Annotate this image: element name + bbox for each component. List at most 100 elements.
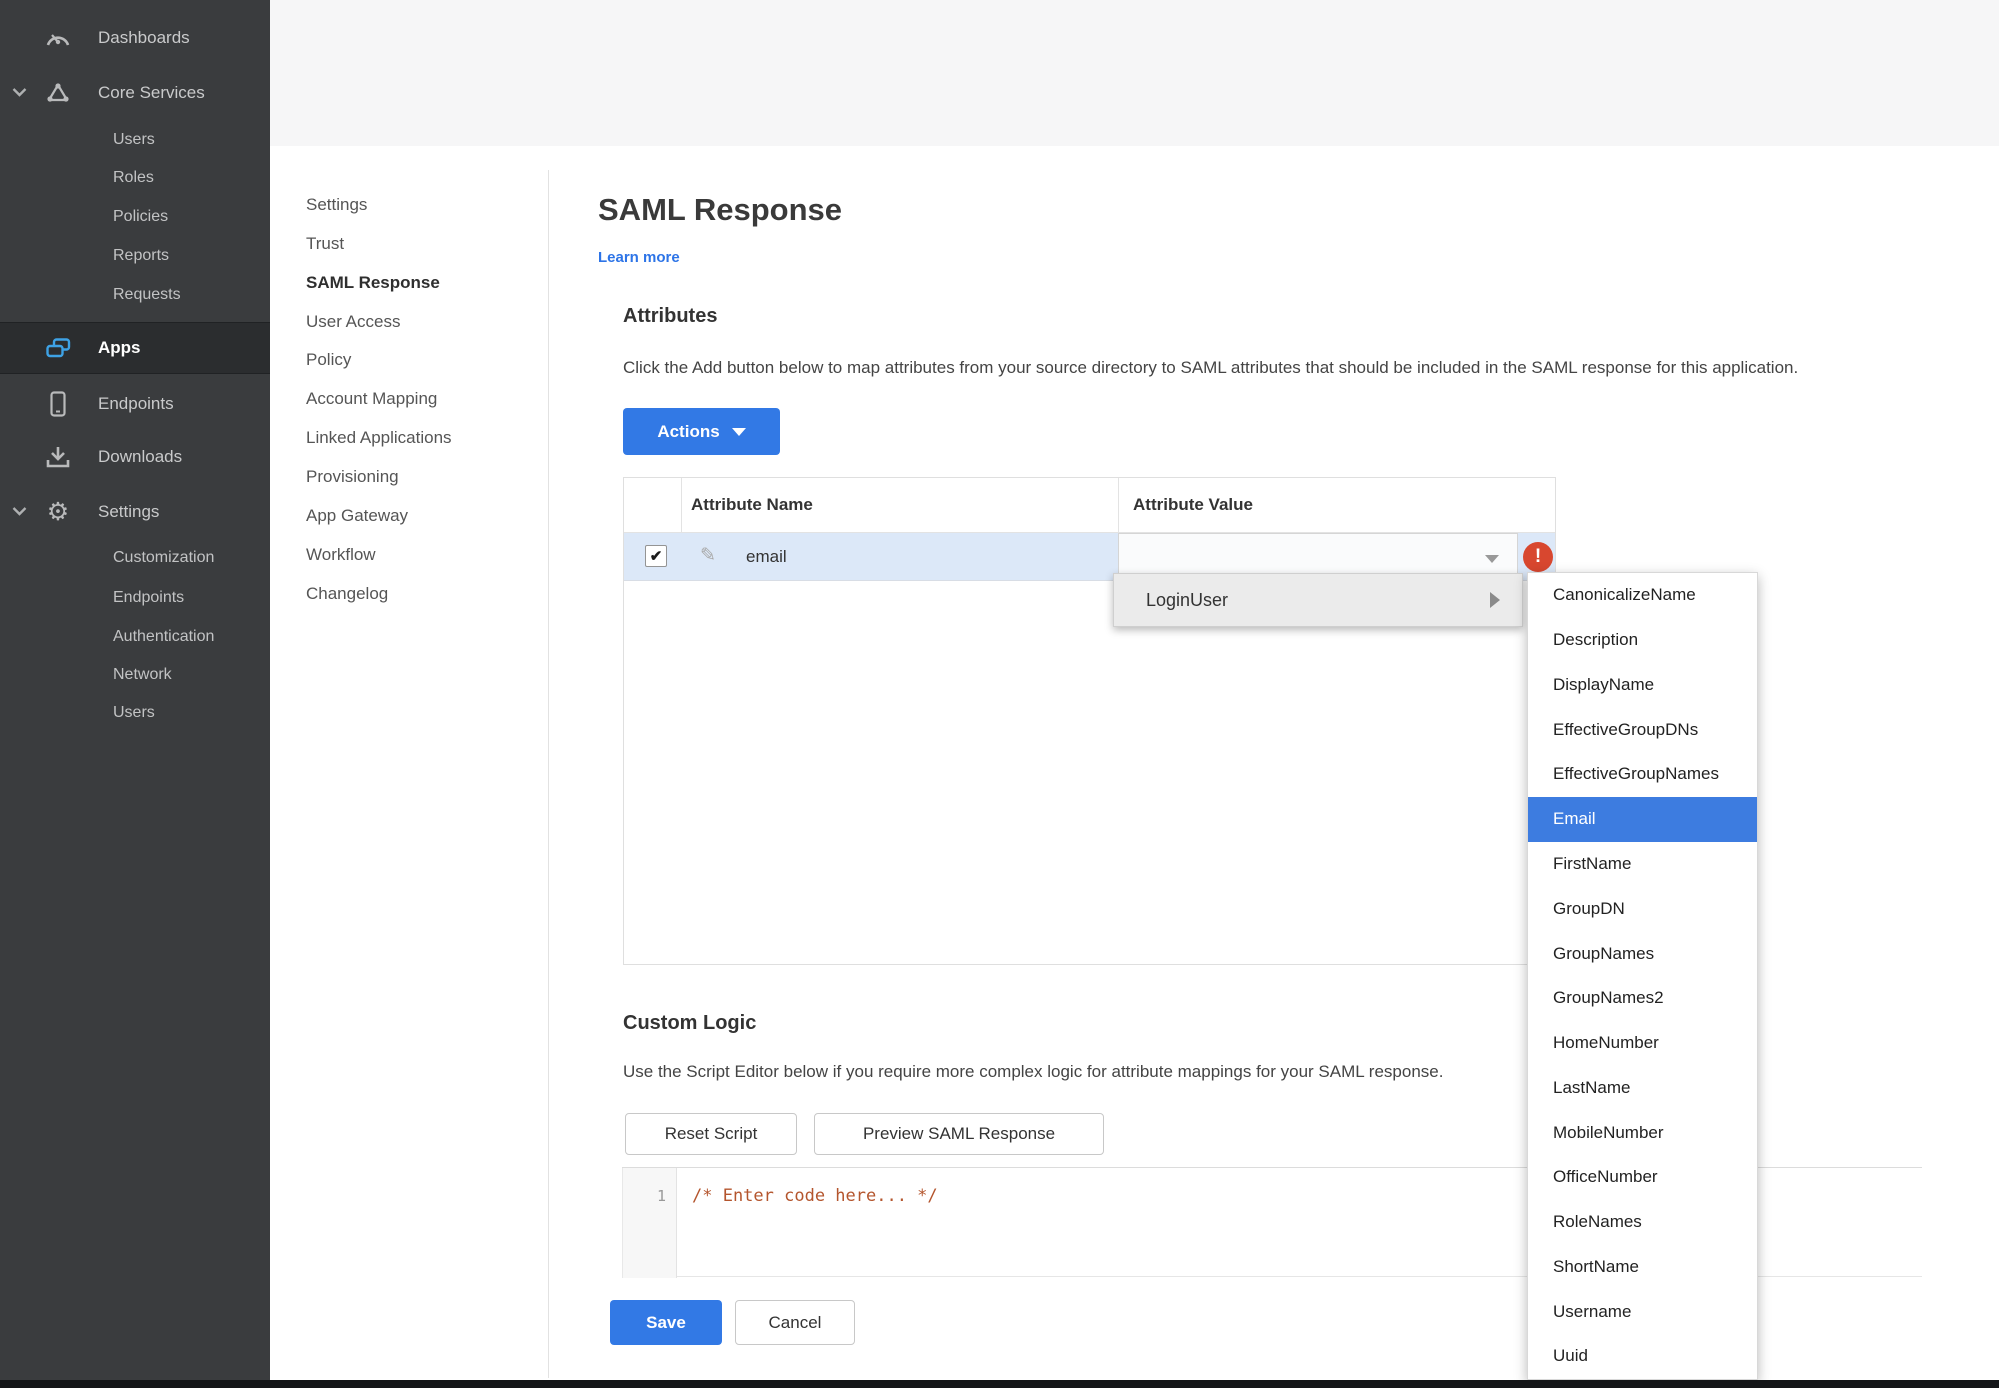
sidebar-item-label: Endpoints	[98, 394, 174, 413]
tab-workflow[interactable]: Workflow	[306, 540, 376, 570]
caret-down-icon	[731, 427, 746, 436]
app-header	[270, 0, 1999, 146]
save-button[interactable]: Save	[610, 1300, 722, 1345]
apps-icon	[44, 335, 72, 361]
submenu-item-effectivegroupdns[interactable]: EffectiveGroupDNs	[1528, 707, 1757, 752]
sidebar-item-apps-active[interactable]: Apps	[0, 322, 270, 374]
sidebar-item-policies[interactable]: Policies	[0, 199, 270, 235]
tab-user-access[interactable]: User Access	[306, 307, 400, 337]
cancel-button[interactable]: Cancel	[735, 1300, 855, 1345]
bottom-bar	[0, 1380, 1999, 1388]
submenu-item-displayname[interactable]: DisplayName	[1528, 663, 1757, 708]
gear-icon: ⚙	[46, 497, 70, 526]
submenu-item-groupnames2[interactable]: GroupNames2	[1528, 976, 1757, 1021]
submenu-item-firstname[interactable]: FirstName	[1528, 842, 1757, 887]
editor-code: /* Enter code here... */	[692, 1186, 938, 1206]
content-divider	[548, 170, 549, 1378]
core-services-icon	[44, 80, 72, 106]
line-number: 1	[656, 1187, 666, 1205]
submenu-item-uuid[interactable]: Uuid	[1528, 1334, 1757, 1379]
sidebar-item-customization[interactable]: Customization	[0, 540, 270, 576]
sidebar-item-label: Core Services	[98, 83, 205, 102]
sidebar-item-network[interactable]: Network	[0, 657, 270, 693]
tab-policy[interactable]: Policy	[306, 345, 351, 375]
submenu-item-rolenames[interactable]: RoleNames	[1528, 1200, 1757, 1245]
submenu-item-email-selected[interactable]: Email	[1528, 796, 1757, 842]
sidebar-subitem-label: Endpoints	[113, 589, 185, 606]
sidebar-item-downloads[interactable]: Downloads	[0, 439, 270, 475]
custom-logic-description: Use the Script Editor below if you requi…	[623, 1062, 1444, 1081]
submenu-arrow-icon	[1490, 592, 1500, 608]
sidebar-item-dashboards[interactable]: Dashboards	[0, 20, 270, 56]
submenu-item-lastname[interactable]: LastName	[1528, 1065, 1757, 1110]
attributes-description: Click the Add button below to map attrib…	[623, 358, 1799, 377]
submenu-item-canonicalizename[interactable]: CanonicalizeName	[1528, 573, 1757, 618]
caret-down-icon	[1485, 555, 1499, 563]
sidebar: Dashboards Core Services Users Roles Pol…	[0, 0, 270, 1388]
submenu-item-shortname[interactable]: ShortName	[1528, 1244, 1757, 1289]
submenu-item-mobilenumber[interactable]: MobileNumber	[1528, 1110, 1757, 1155]
sidebar-item-requests[interactable]: Requests	[0, 277, 270, 313]
submenu-item-groupnames[interactable]: GroupNames	[1528, 931, 1757, 976]
editor-gutter: 1	[622, 1168, 677, 1278]
sidebar-item-reports[interactable]: Reports	[0, 238, 270, 274]
tab-app-gateway[interactable]: App Gateway	[306, 501, 408, 531]
error-icon: !	[1523, 542, 1553, 572]
attribute-submenu: CanonicalizeName Description DisplayName…	[1527, 572, 1758, 1380]
submenu-item-homenumber[interactable]: HomeNumber	[1528, 1021, 1757, 1066]
sidebar-subitem-label: Users	[113, 131, 155, 148]
tab-account-mapping[interactable]: Account Mapping	[306, 384, 437, 414]
reset-script-button[interactable]: Reset Script	[625, 1113, 797, 1155]
mobile-device-icon	[44, 391, 72, 417]
sidebar-item-roles[interactable]: Roles	[0, 160, 270, 196]
sidebar-item-label: Settings	[98, 502, 160, 521]
column-divider	[681, 478, 682, 532]
column-divider	[1118, 478, 1119, 532]
tab-linked-applications[interactable]: Linked Applications	[306, 423, 452, 453]
gauge-icon	[44, 25, 72, 51]
actions-button-label: Actions	[657, 421, 720, 441]
sidebar-item-label: Downloads	[98, 447, 183, 466]
tab-settings[interactable]: Settings	[306, 190, 367, 220]
sidebar-item-authentication[interactable]: Authentication	[0, 619, 270, 655]
dropdown-label: LoginUser	[1146, 589, 1229, 610]
custom-logic-heading: Custom Logic	[623, 1012, 757, 1034]
attribute-name-cell: email	[746, 547, 787, 566]
submenu-item-username[interactable]: Username	[1528, 1289, 1757, 1334]
sidebar-subitem-label: Customization	[113, 549, 215, 566]
sidebar-subitem-label: Policies	[113, 208, 169, 225]
sidebar-item-core-services[interactable]: Core Services	[0, 75, 270, 111]
row-checkbox[interactable]: ✔	[645, 545, 667, 567]
preview-saml-response-button[interactable]: Preview SAML Response	[814, 1113, 1104, 1155]
sidebar-subitem-label: Authentication	[113, 628, 215, 645]
column-header-attribute-value: Attribute Value	[1133, 495, 1253, 514]
tab-trust[interactable]: Trust	[306, 229, 344, 259]
chevron-down-icon	[12, 87, 28, 99]
edit-pencil-icon[interactable]: ✎	[700, 544, 716, 567]
sidebar-item-label: Apps	[98, 338, 141, 357]
sidebar-item-label: Dashboards	[98, 28, 190, 47]
tab-saml-response[interactable]: SAML Response	[306, 268, 440, 298]
submenu-item-officenumber[interactable]: OfficeNumber	[1528, 1155, 1757, 1200]
sidebar-subitem-label: Reports	[113, 247, 170, 264]
sidebar-item-endpoints[interactable]: Endpoints	[0, 386, 270, 422]
sidebar-item-users-settings[interactable]: Users	[0, 695, 270, 731]
submenu-item-effectivegroupnames[interactable]: EffectiveGroupNames	[1528, 752, 1757, 797]
sidebar-item-settings[interactable]: ⚙ Settings	[0, 494, 270, 530]
sidebar-item-users[interactable]: Users	[0, 122, 270, 158]
page-title: SAML Response	[598, 192, 843, 227]
submenu-item-description[interactable]: Description	[1528, 618, 1757, 663]
value-dropdown-loginuser[interactable]: LoginUser	[1113, 573, 1523, 627]
attributes-actions-button[interactable]: Actions	[623, 408, 780, 455]
attributes-table: Attribute Name Attribute Value ✔ ✎ email…	[623, 477, 1556, 965]
column-header-attribute-name: Attribute Name	[691, 495, 813, 514]
sidebar-subitem-label: Roles	[113, 169, 154, 186]
sidebar-subitem-label: Users	[113, 704, 155, 721]
chevron-down-icon	[12, 506, 28, 518]
tab-provisioning[interactable]: Provisioning	[306, 462, 399, 492]
sidebar-item-endpoints-settings[interactable]: Endpoints	[0, 580, 270, 616]
attributes-heading: Attributes	[623, 305, 718, 327]
learn-more-link[interactable]: Learn more	[598, 249, 680, 266]
tab-changelog[interactable]: Changelog	[306, 579, 388, 609]
submenu-item-groupdn[interactable]: GroupDN	[1528, 886, 1757, 931]
